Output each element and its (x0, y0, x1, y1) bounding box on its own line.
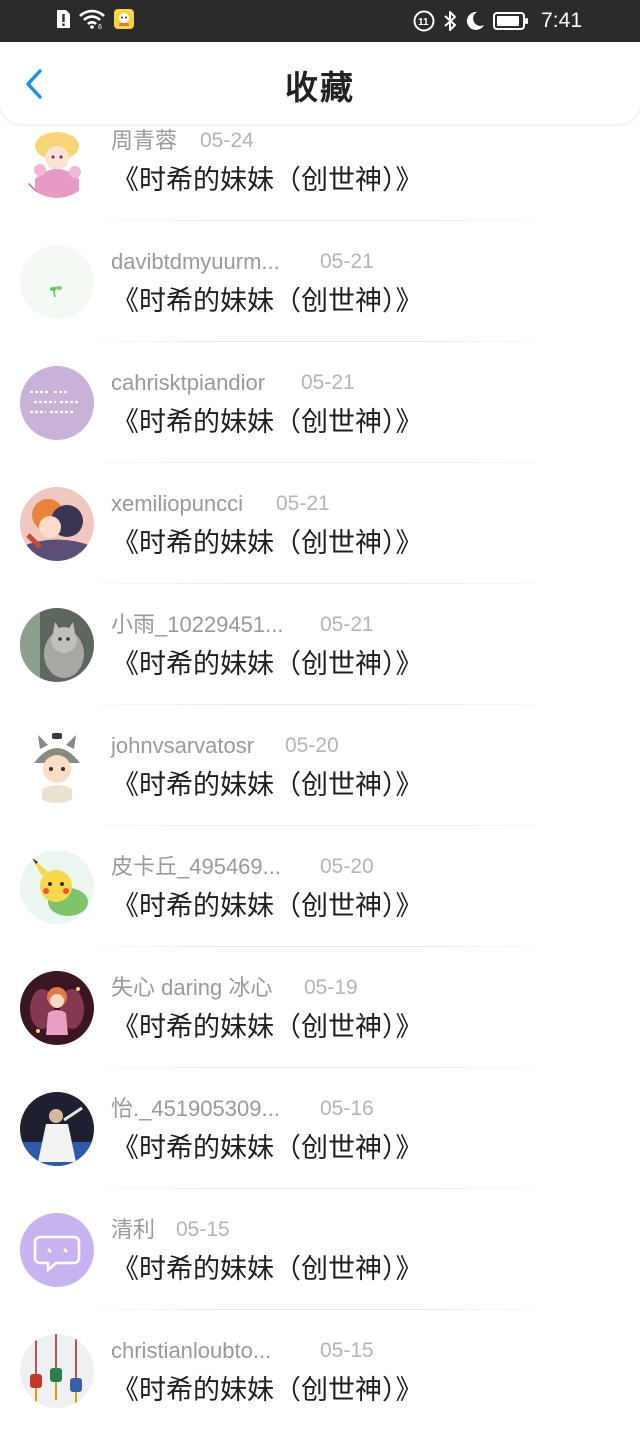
date: 05-24 (200, 129, 254, 152)
date: 05-19 (304, 976, 358, 999)
dark-photo-avatar[interactable] (20, 1092, 94, 1166)
username[interactable]: 失心 daring 冰心 (111, 973, 272, 1003)
svg-text:6: 6 (98, 24, 102, 29)
status-left-icons: 6 (55, 8, 135, 30)
book-title[interactable]: 《时希的妹妹（创世神）》 (112, 1009, 423, 1047)
list-item[interactable]: davibtdmyuurm... 05-21 《时希的妹妹（创世神）》 (0, 221, 640, 342)
default-chat-avatar[interactable] (20, 1213, 94, 1287)
date: 05-21 (320, 613, 374, 636)
username[interactable]: xemiliopuncci (111, 489, 243, 519)
book-title[interactable]: 《时希的妹妹（创世神）》 (112, 888, 423, 926)
alert-icon (55, 9, 71, 29)
book-title[interactable]: 《时希的妹妹（创世神）》 (112, 646, 423, 684)
book-title[interactable]: 《时希的妹妹（创世神）》 (112, 1372, 423, 1410)
cat-avatar[interactable] (20, 608, 94, 682)
page-title: 收藏 (285, 68, 355, 107)
app-notification-icon (113, 8, 135, 30)
fairy-avatar[interactable] (20, 971, 94, 1045)
wifi-icon: 6 (79, 9, 105, 29)
bluetooth-icon (443, 10, 457, 32)
pikachu-avatar[interactable] (20, 850, 94, 924)
moon-icon (465, 10, 485, 32)
favorites-list: 周青蓉 05-24 《时希的妹妹（创世神）》 davibtdmyuurm... … (0, 100, 640, 1431)
date: 05-20 (320, 855, 374, 878)
date: 05-15 (176, 1218, 230, 1241)
date: 05-20 (285, 734, 339, 757)
totoro-kid-avatar[interactable] (20, 729, 94, 803)
username[interactable]: johnvsarvatosr (111, 731, 254, 761)
book-title[interactable]: 《时希的妹妹（创世神）》 (112, 162, 423, 200)
username[interactable]: 怡._451905309... (111, 1094, 280, 1124)
username[interactable]: davibtdmyuurm... (111, 247, 280, 277)
green-sprout-avatar[interactable] (20, 245, 94, 319)
date: 05-21 (301, 371, 355, 394)
list-item[interactable]: 失心 daring 冰心 05-19 《时希的妹妹（创世神）》 (0, 947, 640, 1068)
list-item[interactable]: cahrisktpiandior 05-21 《时希的妹妹（创世神）》 (0, 342, 640, 463)
list-item[interactable]: christianloubto... 05-15 《时希的妹妹（创世神）》 (0, 1310, 640, 1431)
book-title[interactable]: 《时希的妹妹（创世神）》 (112, 1130, 423, 1168)
list-item[interactable]: 怡._451905309... 05-16 《时希的妹妹（创世神）》 (0, 1068, 640, 1189)
username[interactable]: 清利 (111, 1215, 155, 1245)
date: 05-21 (276, 492, 330, 515)
list-item[interactable]: 清利 05-15 《时希的妹妹（创世神）》 (0, 1189, 640, 1310)
username[interactable]: 周青蓉 (111, 126, 177, 156)
status-time: 7:41 (541, 9, 582, 32)
list-item[interactable]: 小雨_10229451... 05-21 《时希的妹妹（创世神）》 (0, 584, 640, 705)
book-title[interactable]: 《时希的妹妹（创世神）》 (112, 283, 423, 321)
date: 05-16 (320, 1097, 374, 1120)
hd-icon: 11 (413, 10, 435, 32)
username[interactable]: 皮卡丘_495469... (111, 852, 281, 882)
svg-text:11: 11 (418, 17, 429, 28)
header: 收藏 (0, 42, 640, 124)
date: 05-15 (320, 1339, 374, 1362)
anime-girl-avatar[interactable] (20, 124, 94, 198)
status-bar: 6 11 7:41 (0, 0, 640, 42)
anime-couple-avatar[interactable] (20, 487, 94, 561)
purple-text-avatar[interactable] (20, 366, 94, 440)
list-item[interactable]: xemiliopuncci 05-21 《时希的妹妹（创世神）》 (0, 463, 640, 584)
username[interactable]: christianloubto... (111, 1336, 271, 1366)
book-title[interactable]: 《时希的妹妹（创世神）》 (112, 767, 423, 805)
book-title[interactable]: 《时希的妹妹（创世神）》 (112, 525, 423, 563)
ornaments-avatar[interactable] (20, 1334, 94, 1408)
date: 05-21 (320, 250, 374, 273)
book-title[interactable]: 《时希的妹妹（创世神）》 (112, 1251, 423, 1289)
battery-icon (493, 11, 529, 31)
list-item[interactable]: 皮卡丘_495469... 05-20 《时希的妹妹（创世神）》 (0, 826, 640, 947)
status-right-icons: 11 7:41 (413, 8, 582, 34)
book-title[interactable]: 《时希的妹妹（创世神）》 (112, 404, 423, 442)
list-item[interactable]: johnvsarvatosr 05-20 《时希的妹妹（创世神）》 (0, 705, 640, 826)
username[interactable]: cahrisktpiandior (111, 368, 265, 398)
username[interactable]: 小雨_10229451... (111, 610, 283, 640)
